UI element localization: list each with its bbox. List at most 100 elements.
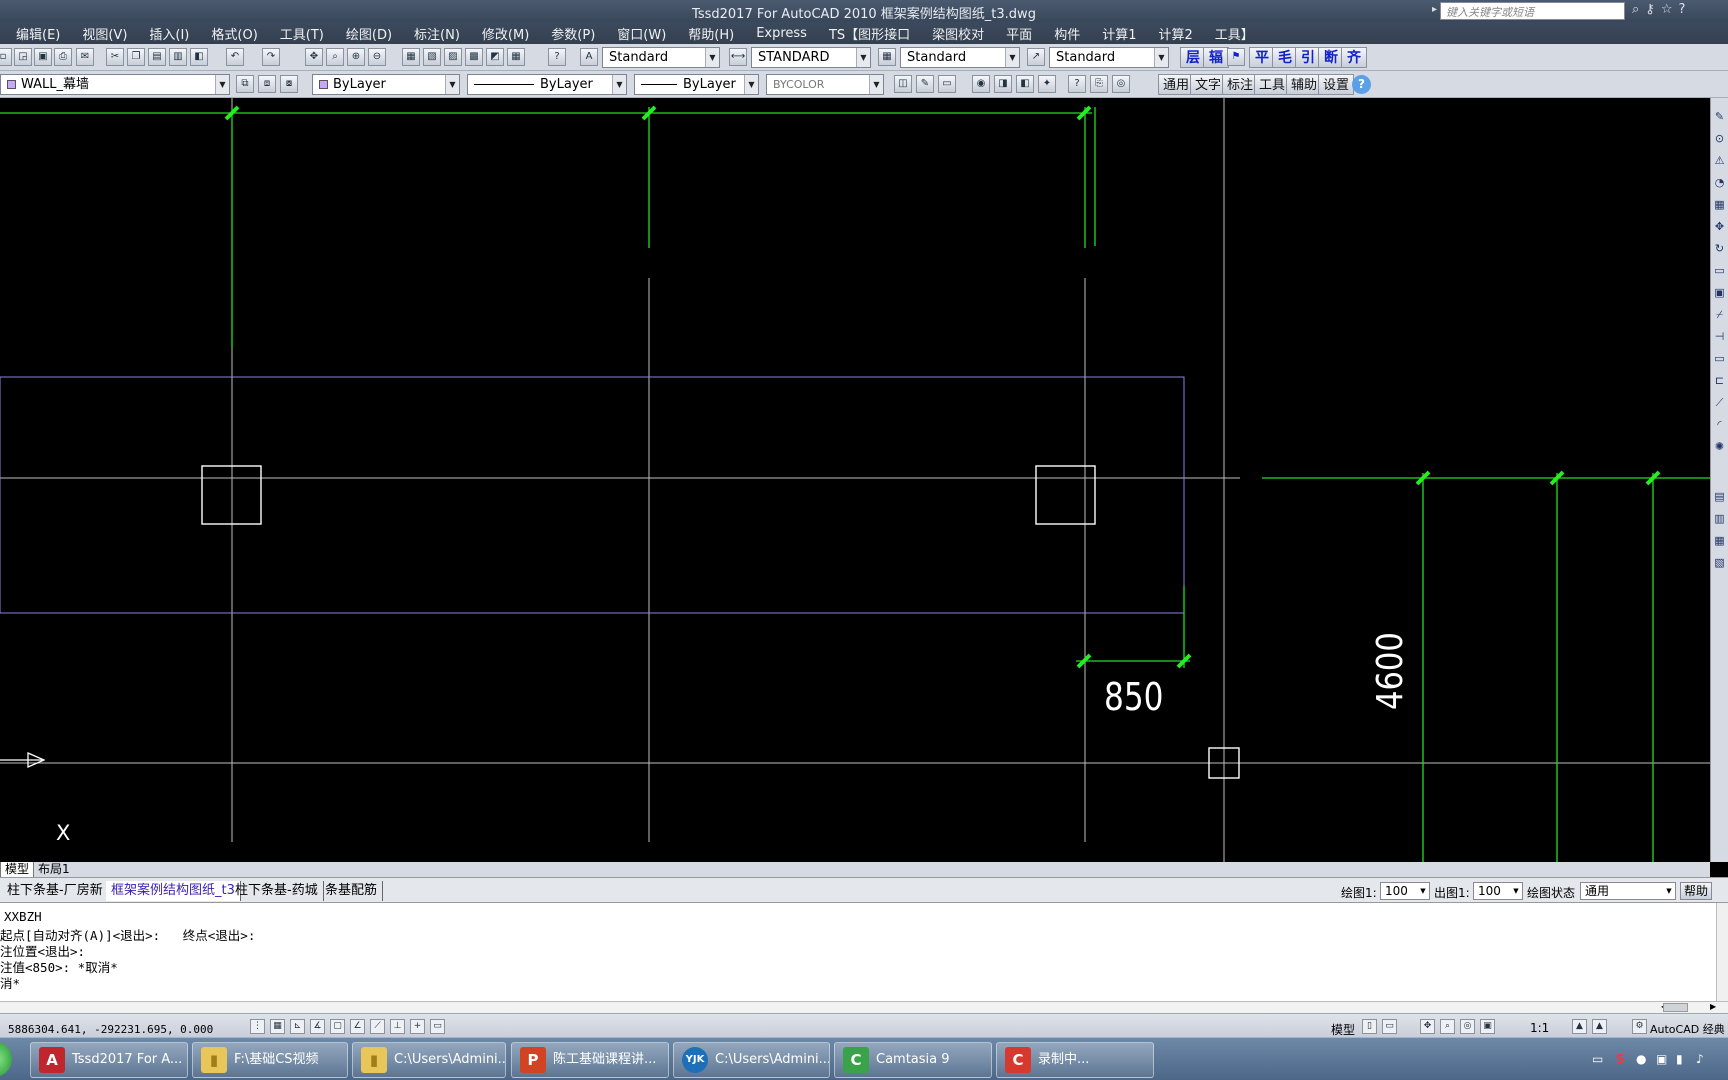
color-select[interactable]: ByLayer ▼: [312, 74, 460, 95]
ts-tool-8-icon[interactable]: ?: [1068, 75, 1086, 93]
table-style-select[interactable]: Standard ▼: [900, 47, 1020, 68]
pan-status-icon[interactable]: ✥: [1420, 1019, 1435, 1034]
quick-view-drawings-icon[interactable]: ▭: [1382, 1019, 1397, 1034]
menu-beam-check[interactable]: 梁图校对: [921, 24, 995, 43]
dyn-icon[interactable]: ⊥: [390, 1019, 405, 1034]
draw-scale-select[interactable]: 100 ▼: [1380, 882, 1430, 900]
taskbar-item-camtasia[interactable]: C Camtasia 9: [834, 1042, 992, 1078]
save-icon[interactable]: ▣: [34, 48, 52, 66]
multileader-style-select[interactable]: Standard ▼: [1049, 47, 1169, 68]
qp-icon[interactable]: ▭: [430, 1019, 445, 1034]
view-tool-2-icon[interactable]: ▥: [1712, 512, 1727, 528]
menu-window[interactable]: 窗口(W): [606, 24, 677, 43]
keyboard-tray-icon[interactable]: ▭: [1592, 1052, 1603, 1066]
zoom-previous-icon[interactable]: ⊖: [368, 48, 386, 66]
new-icon[interactable]: ▫: [0, 48, 12, 66]
tool-palettes-icon[interactable]: ▨: [444, 48, 462, 66]
help-search-input[interactable]: 键入关键字或短语: [1440, 2, 1625, 20]
menu-parametric[interactable]: 参数(P): [540, 24, 606, 43]
tab-tools-button[interactable]: 工具: [1254, 74, 1291, 95]
zoom-realtime-icon[interactable]: ⌕: [326, 48, 344, 66]
model-space-label[interactable]: 模型: [1331, 1021, 1355, 1038]
mirror-icon[interactable]: ⚠: [1712, 154, 1727, 170]
osnap-icon[interactable]: ▢: [330, 1019, 345, 1034]
join-icon[interactable]: ⊏: [1712, 374, 1727, 390]
menu-insert[interactable]: 插入(I): [138, 24, 200, 43]
menu-tools-ts[interactable]: 工具】: [1204, 24, 1265, 43]
move-icon[interactable]: ✥: [1712, 220, 1727, 236]
file-tab-4[interactable]: 条基配筋: [320, 881, 384, 901]
cut-icon[interactable]: ✂: [106, 48, 124, 66]
plot-icon[interactable]: ⎙: [54, 48, 72, 66]
pan-icon[interactable]: ✥: [305, 48, 323, 66]
ts-tool-5-icon[interactable]: ◨: [994, 75, 1012, 93]
match-properties-icon[interactable]: ▥: [169, 48, 187, 66]
taskbar-item-folder-2[interactable]: ▮ C:\Users\Admini...: [352, 1042, 506, 1078]
workspace-label[interactable]: AutoCAD 经典: [1650, 1021, 1725, 1037]
otrack-icon[interactable]: ∠: [350, 1019, 365, 1034]
taskbar-item-autocad[interactable]: A Tssd2017 For A...: [30, 1042, 188, 1078]
grid-icon[interactable]: ▦: [270, 1019, 285, 1034]
taskbar-item-recorder[interactable]: C 录制中...: [996, 1042, 1154, 1078]
layer-states-icon[interactable]: ⧇: [280, 75, 298, 93]
menu-view[interactable]: 视图(V): [71, 24, 138, 43]
extend-icon[interactable]: ⊣: [1712, 330, 1727, 346]
monitor-tray-icon[interactable]: ▣: [1656, 1052, 1667, 1066]
undo-icon[interactable]: ↶: [226, 48, 244, 66]
ts-edit-button[interactable]: 辐: [1203, 47, 1229, 68]
ortho-icon[interactable]: ⊾: [290, 1019, 305, 1034]
menu-dimension[interactable]: 标注(N): [403, 24, 471, 43]
command-horizontal-scrollbar[interactable]: ◀ ▶: [0, 1001, 1728, 1013]
ts-tool-2-icon[interactable]: ✎: [916, 75, 934, 93]
network-tray-icon[interactable]: ▮: [1676, 1052, 1683, 1066]
menu-format[interactable]: 格式(O): [200, 24, 268, 43]
showmotion-icon[interactable]: ▣: [1480, 1019, 1495, 1034]
annotation-scale[interactable]: 1:1: [1530, 1021, 1549, 1035]
file-tab-1[interactable]: 柱下条基-厂房新: [2, 881, 109, 901]
snap-icon[interactable]: ⋮: [250, 1019, 265, 1034]
design-center-icon[interactable]: ▧: [423, 48, 441, 66]
ts-align-button[interactable]: 齐: [1341, 47, 1367, 68]
zoom-status-icon[interactable]: ⌕: [1440, 1019, 1455, 1034]
menu-tools[interactable]: 工具(T): [269, 24, 335, 43]
menu-draw[interactable]: 绘图(D): [335, 24, 403, 43]
scroll-thumb[interactable]: [1663, 1003, 1688, 1012]
properties-icon[interactable]: ▦: [402, 48, 420, 66]
multileader-style-icon[interactable]: ↗: [1027, 48, 1045, 66]
taskbar-item-yjk[interactable]: YJK C:\Users\Admini...: [673, 1042, 830, 1078]
sogou-tray-icon[interactable]: S: [1616, 1052, 1625, 1066]
menu-calc2[interactable]: 计算2: [1147, 24, 1203, 43]
tab-layout1[interactable]: 布局1: [34, 862, 74, 877]
paste-icon[interactable]: ▤: [148, 48, 166, 66]
workspace-gear-icon[interactable]: ⚙: [1632, 1019, 1647, 1034]
volume-tray-icon[interactable]: ♪: [1696, 1052, 1704, 1066]
array-icon[interactable]: ▦: [1712, 198, 1727, 214]
draw-state-select[interactable]: 通用 ▼: [1580, 882, 1676, 900]
drawing-canvas[interactable]: 850 4600 X: [0, 98, 1710, 862]
view-tool-3-icon[interactable]: ▦: [1712, 534, 1727, 550]
menu-ts-graphics[interactable]: TS【图形接口: [818, 24, 921, 43]
ts-tool-10-icon[interactable]: ◎: [1112, 75, 1130, 93]
ts-tool-7-icon[interactable]: ✦: [1038, 75, 1056, 93]
ts-tool-1-icon[interactable]: ◫: [894, 75, 912, 93]
annotation-visibility-icon[interactable]: ▲: [1572, 1019, 1587, 1034]
lwt-icon[interactable]: +: [410, 1019, 425, 1034]
copy-object-icon[interactable]: ⊙: [1712, 132, 1727, 148]
tab-auxiliary-button[interactable]: 辅助: [1286, 74, 1323, 95]
polar-icon[interactable]: ∡: [310, 1019, 325, 1034]
open-icon[interactable]: ◲: [14, 48, 32, 66]
menu-calc1[interactable]: 计算1: [1091, 24, 1147, 43]
dim-style-icon[interactable]: ⟷: [729, 48, 747, 66]
erase-icon[interactable]: ✎: [1712, 110, 1727, 126]
calculator-icon[interactable]: ▦: [507, 48, 525, 66]
tab-text-button[interactable]: 文字: [1190, 74, 1227, 95]
steering-wheel-icon[interactable]: ◎: [1460, 1019, 1475, 1034]
taskbar-item-powerpoint[interactable]: P 陈工基础课程讲...: [511, 1042, 669, 1078]
start-orb-icon[interactable]: [0, 1041, 12, 1077]
quick-view-layouts-icon[interactable]: ▯: [1362, 1019, 1377, 1034]
file-tab-2[interactable]: 框架案例结构图纸_t3: [106, 881, 241, 901]
scale-icon[interactable]: ▭: [1712, 264, 1727, 280]
view-tool-4-icon[interactable]: ▧: [1712, 556, 1727, 572]
file-tab-3[interactable]: 柱下条基-药城: [230, 881, 324, 901]
out-scale-select[interactable]: 100 ▼: [1473, 882, 1523, 900]
